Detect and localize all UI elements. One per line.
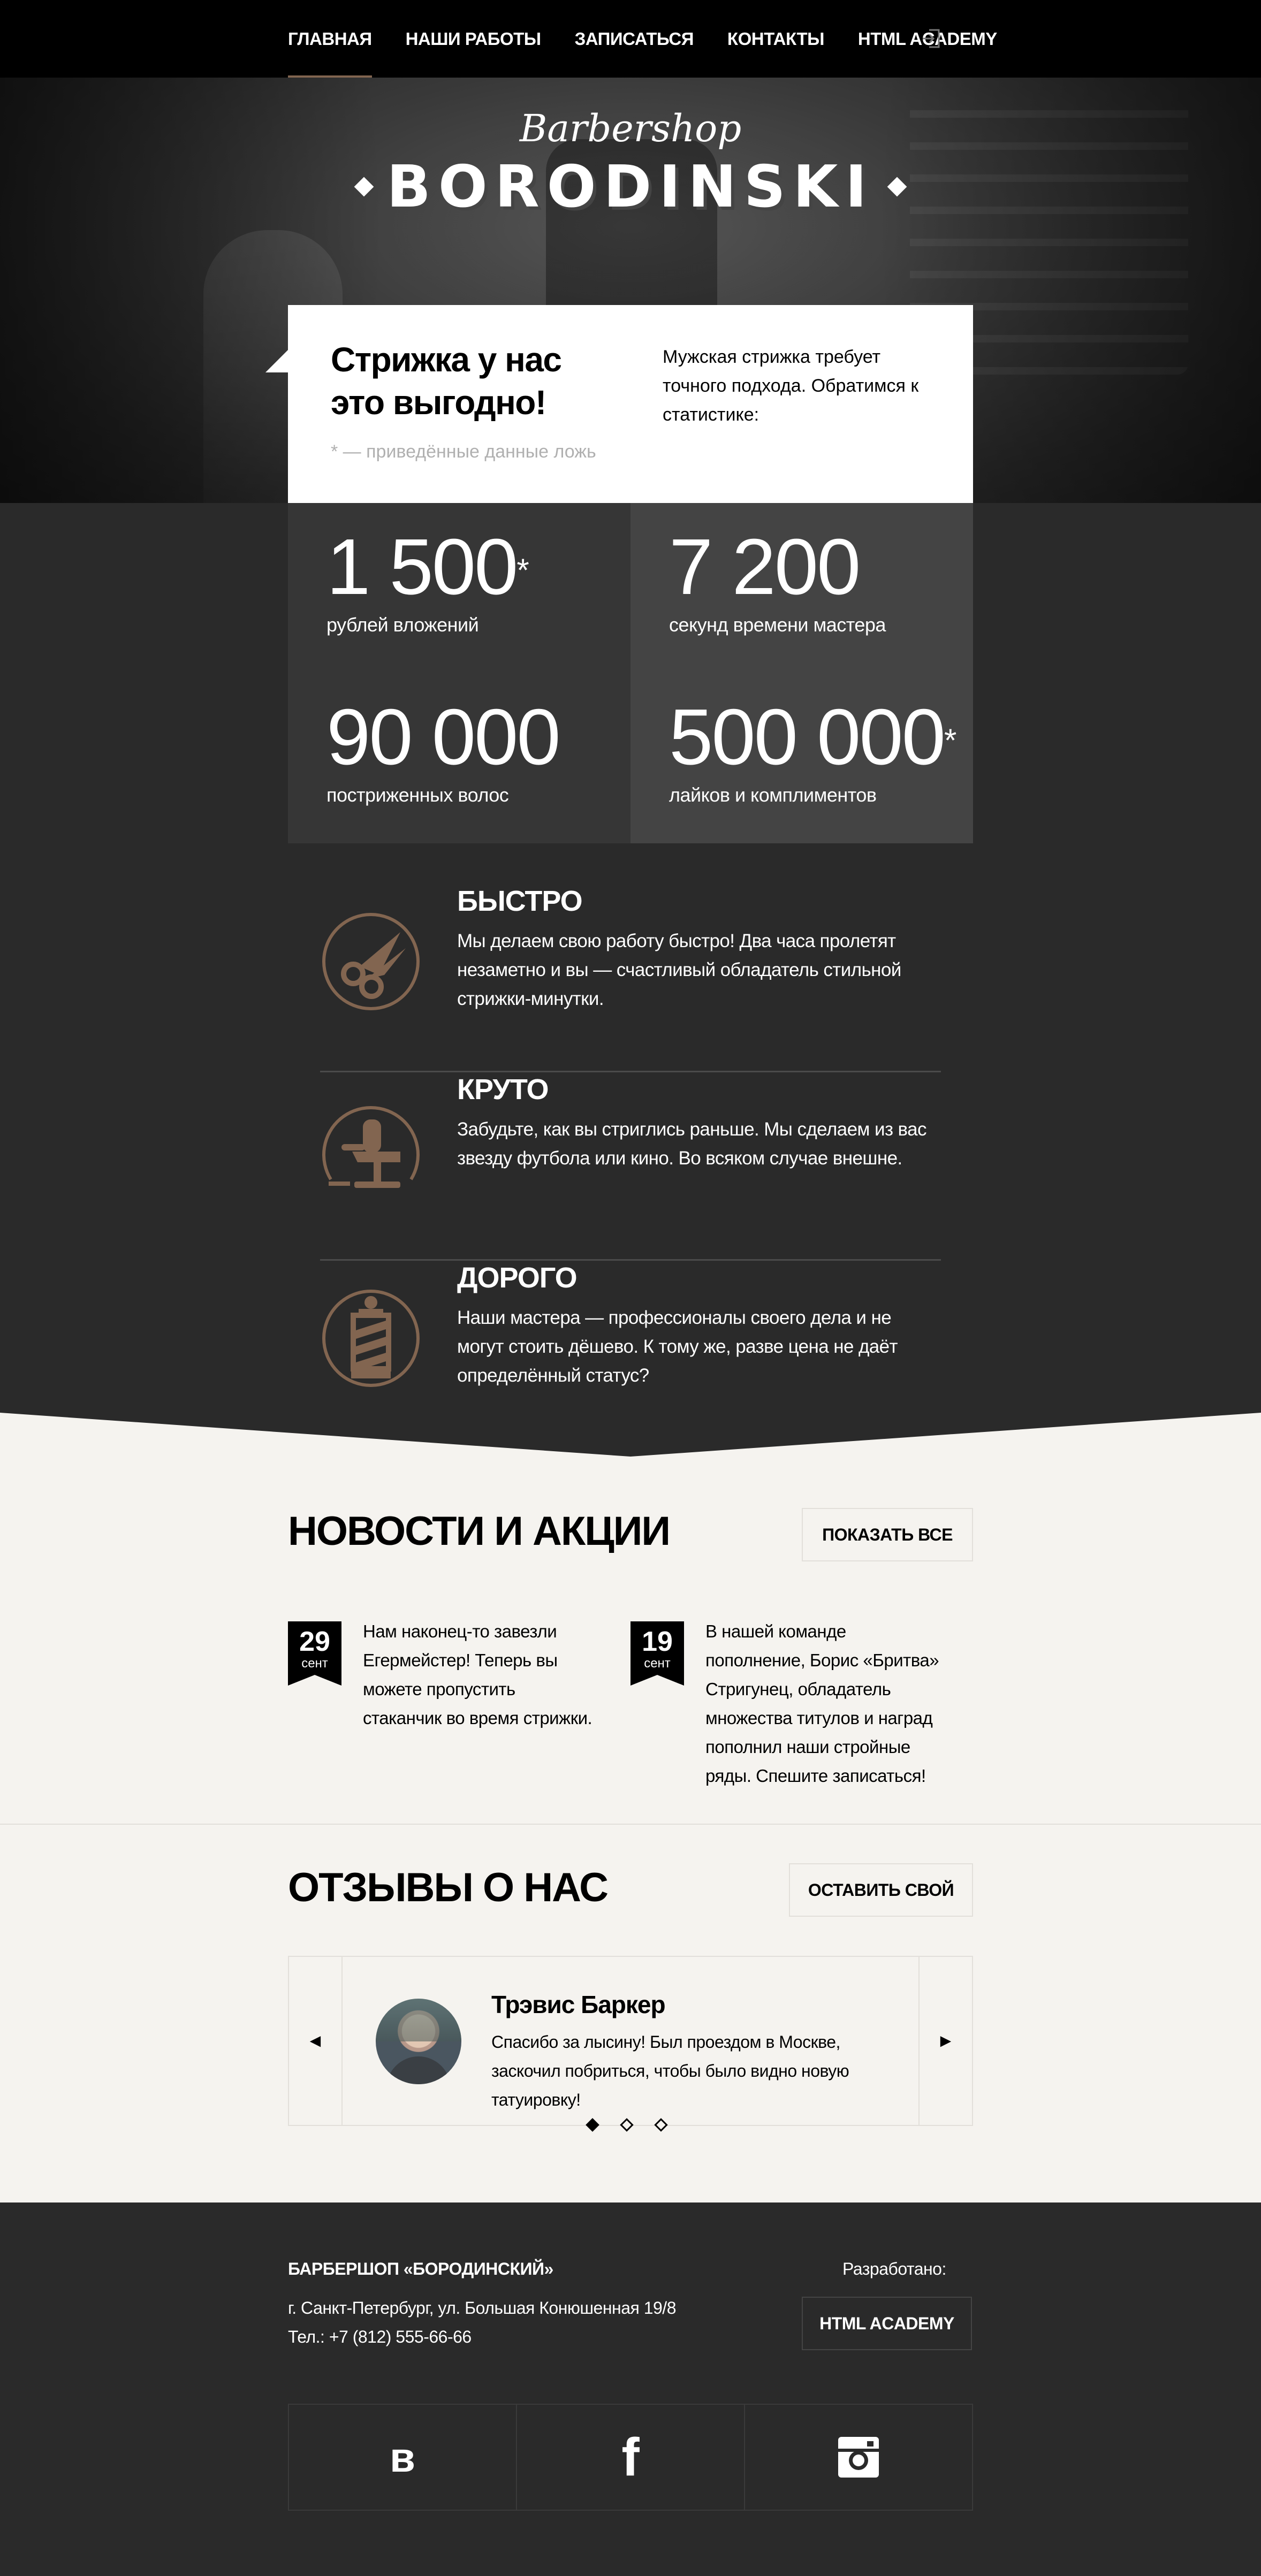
- feature-item-expensive: ДОРОГО Наши мастера — профессионалы свое…: [320, 1261, 941, 1449]
- feature-text: Мы делаем свою работу быстро! Два часа п…: [457, 931, 901, 1009]
- stat-value: 500 000: [669, 693, 946, 781]
- diamond-icon: [887, 177, 907, 197]
- avatar: [376, 1999, 461, 2084]
- stat-asterisk: *: [516, 552, 529, 588]
- news-day: 19: [642, 1626, 673, 1657]
- footer: БАРБЕРШОП «БОРОДИНСКИЙ» г. Санкт-Петербу…: [0, 2202, 1261, 2576]
- slider-next-button[interactable]: ►: [918, 1957, 972, 2125]
- instagram-link[interactable]: [745, 2405, 972, 2510]
- feature-title: КРУТО: [457, 1073, 549, 1106]
- stat-label: секунд времени мастера: [669, 614, 886, 636]
- stat-card: 90 000 постриженных волос: [288, 673, 630, 843]
- vk-link[interactable]: в: [289, 2405, 517, 2510]
- logo-script-text: Barbershop: [519, 106, 742, 150]
- review-author: Трэвис Баркер: [491, 1991, 666, 2018]
- vk-icon: в: [390, 2434, 415, 2481]
- nav-item-signup[interactable]: ЗАПИСАТЬСЯ: [575, 0, 694, 78]
- nav-item-home[interactable]: ГЛАВНАЯ: [288, 0, 372, 78]
- logo-brand-text: BORODINSKI: [386, 154, 875, 220]
- feature-text: Наши мастера — профессионалы своего дела…: [457, 1307, 898, 1386]
- feature-text: Забудьте, как вы стриглись раньше. Мы сд…: [457, 1119, 927, 1169]
- facebook-icon: f: [621, 2427, 640, 2487]
- stat-card: 7 200 секунд времени мастера: [630, 503, 973, 673]
- scissors-icon: [322, 913, 420, 1010]
- feature-title: ДОРОГО: [457, 1262, 578, 1294]
- stat-value: 7 200: [669, 523, 861, 611]
- stat-label: лайков и комплиментов: [669, 784, 877, 806]
- top-navigation-bar: ГЛАВНАЯ НАШИ РАБОТЫ ЗАПИСАТЬСЯ КОНТАКТЫ …: [0, 0, 1261, 78]
- footer-phone: Тел.: +7 (812) 555-66-66: [288, 2327, 472, 2346]
- slider-dot-2[interactable]: [620, 2118, 634, 2132]
- news-date-badge: 29 сент: [288, 1621, 341, 1686]
- nav-item-contacts[interactable]: КОНТАКТЫ: [727, 0, 824, 78]
- stats-grid: 1 500* рублей вложений 7 200 секунд врем…: [288, 503, 973, 843]
- slider-pagination: [586, 2118, 668, 2132]
- stat-card: 500 000* лайков и комплиментов: [630, 673, 973, 843]
- stat-label: рублей вложений: [326, 614, 479, 636]
- slider-dot-1[interactable]: [586, 2118, 599, 2132]
- instagram-icon: [838, 2437, 879, 2478]
- news-title: НОВОСТИ И АКЦИИ: [288, 1508, 671, 1554]
- intro-description: Мужская стрижка требует точного подхода.…: [663, 347, 919, 425]
- diamond-icon: [354, 177, 374, 197]
- social-links: в f: [288, 2404, 973, 2511]
- html-academy-link[interactable]: HTML ACADEMY: [802, 2297, 972, 2350]
- barber-chair-icon: [322, 1106, 420, 1188]
- login-icon[interactable]: [922, 28, 941, 49]
- news-date-badge: 19 сент: [630, 1621, 684, 1686]
- logo-brand: BORODINSKI: [0, 150, 1261, 225]
- barber-pole-icon: [322, 1290, 420, 1387]
- news-text: В нашей команде пополнение, Борис «Бритв…: [705, 1621, 939, 1786]
- news-text: Нам наконец-то завезли Егермейстер! Тепе…: [363, 1621, 592, 1728]
- intro-title: Стрижка у нас это выгодно!: [331, 340, 562, 422]
- reviews-slider: ◄ Трэвис Баркер Спасибо за лысину! Был п…: [288, 1956, 973, 2126]
- divider: [0, 1824, 1261, 1825]
- reviews-title: ОТЗЫВЫ О НАС: [288, 1865, 609, 1910]
- footer-developed-by: Разработано:: [842, 2259, 946, 2278]
- stat-value: 90 000: [326, 693, 561, 781]
- news-day: 29: [299, 1626, 330, 1657]
- stat-value: 1 500: [326, 523, 518, 611]
- nav-item-works[interactable]: НАШИ РАБОТЫ: [406, 0, 542, 78]
- leave-review-button[interactable]: ОСТАВИТЬ СВОЙ: [789, 1863, 973, 1917]
- footer-address-block: г. Санкт-Петербург, ул. Большая Конюшенн…: [288, 2293, 676, 2351]
- logo: Barbershop BORODINSKI: [0, 107, 1261, 225]
- review-text: Спасибо за лысину! Был проездом в Москве…: [491, 2032, 849, 2109]
- stat-card: 1 500* рублей вложений: [288, 503, 630, 673]
- news-month: сент: [644, 1656, 671, 1671]
- stat-label: постриженных волос: [326, 784, 509, 806]
- feature-title: БЫСТРО: [457, 885, 583, 917]
- facebook-link[interactable]: f: [517, 2405, 745, 2510]
- show-all-button[interactable]: ПОКАЗАТЬ ВСЕ: [802, 1508, 973, 1561]
- intro-footnote: * — приведённые данные ложь: [331, 441, 596, 462]
- feature-item-fast: БЫСТРО Мы делаем свою работу быстро! Два…: [320, 884, 941, 1072]
- footer-address: г. Санкт-Петербург, ул. Большая Конюшенн…: [288, 2298, 676, 2318]
- feature-item-cool: КРУТО Забудьте, как вы стриглись раньше.…: [320, 1072, 941, 1261]
- footer-org-name: БАРБЕРШОП «БОРОДИНСКИЙ»: [288, 2259, 553, 2278]
- slider-dot-3[interactable]: [654, 2118, 668, 2132]
- news-month: сент: [301, 1656, 328, 1671]
- intro-card: Стрижка у нас это выгодно! * — приведённ…: [265, 305, 973, 503]
- stat-asterisk: *: [944, 722, 956, 758]
- main-nav: ГЛАВНАЯ НАШИ РАБОТЫ ЗАПИСАТЬСЯ КОНТАКТЫ …: [288, 0, 1031, 78]
- slider-prev-button[interactable]: ◄: [289, 1957, 343, 2125]
